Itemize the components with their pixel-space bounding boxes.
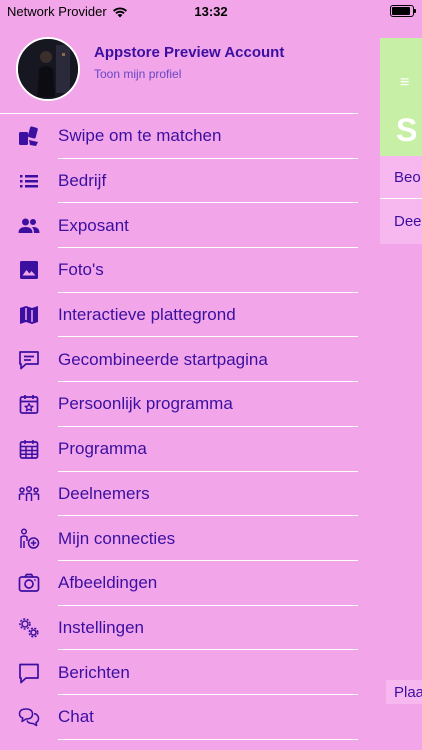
calendar-star-icon [0, 382, 58, 427]
menu-item-persoonlijk-programma[interactable]: Persoonlijk programma [0, 382, 358, 427]
avatar[interactable] [16, 37, 80, 101]
menu-item-label: Exposant [58, 215, 129, 235]
menu-item-bedrijf[interactable]: Bedrijf [0, 159, 358, 204]
menu-item-plattegrond[interactable]: Interactieve plattegrond [0, 293, 358, 338]
person-add-icon [0, 516, 58, 561]
battery-icon [390, 5, 416, 17]
menu-item-afbeeldingen[interactable]: Afbeeldingen [0, 561, 358, 606]
menu-item-swipe[interactable]: Swipe om te matchen [0, 114, 358, 159]
menu-item-label: Programma [58, 439, 147, 459]
menu-item-fotos[interactable]: Foto's [0, 248, 358, 293]
panel-row-label: Dee [394, 213, 422, 230]
panel-divider [380, 198, 422, 199]
profile-name[interactable]: Appstore Preview Account [94, 44, 284, 61]
menu-item-label: Swipe om te matchen [58, 126, 222, 146]
menu-item-connecties[interactable]: Mijn connecties [0, 516, 358, 561]
hamburger-menu-icon[interactable]: ≡ [400, 74, 409, 92]
panel-row-label: Beo [394, 169, 421, 186]
side-menu: Swipe om te matchen Bedrijf Exposant Fot… [0, 114, 358, 740]
menu-item-label: Mijn connecties [58, 528, 176, 548]
profile-header[interactable]: Appstore Preview Account Toon mijn profi… [0, 28, 358, 114]
calendar-grid-icon [0, 427, 58, 472]
camera-icon [0, 561, 58, 606]
menu-item-label: Gecombineerde startpagina [58, 349, 268, 369]
avatar-photo [18, 39, 78, 99]
menu-item-label: Interactieve plattegrond [58, 305, 236, 325]
map-icon [0, 293, 58, 338]
image-icon [0, 248, 58, 293]
panel-title: S [396, 112, 418, 148]
menu-item-label: Afbeeldingen [58, 573, 158, 593]
menu-item-label: Foto's [58, 260, 104, 280]
menu-item-programma[interactable]: Programma [0, 427, 358, 472]
menu-item-label: Berichten [58, 662, 130, 682]
profile-link[interactable]: Toon mijn profiel [94, 67, 181, 81]
menu-item-startpagina[interactable]: Gecombineerde startpagina [0, 337, 358, 382]
menu-item-berichten[interactable]: Berichten [0, 650, 358, 695]
menu-item-label: Persoonlijk programma [58, 394, 233, 414]
gears-icon [0, 606, 58, 651]
message-square-icon [0, 337, 58, 382]
swipe-cards-icon [0, 114, 58, 159]
panel-row[interactable]: Beo [380, 156, 422, 200]
status-bar: Network Provider 13:32 [0, 0, 422, 22]
panel-header: ≡ S [380, 38, 422, 156]
chat-bubbles-icon [0, 695, 58, 740]
menu-item-chat[interactable]: Chat [0, 695, 358, 740]
panel-row[interactable]: Dee [380, 200, 422, 244]
menu-item-label: Bedrijf [58, 171, 107, 191]
menu-item-exposant[interactable]: Exposant [0, 203, 358, 248]
panel-bottom-label: Plaa [394, 684, 422, 701]
menu-item-label: Deelnemers [58, 483, 150, 503]
speech-bubble-icon [0, 650, 58, 695]
list-icon [0, 159, 58, 204]
menu-item-instellingen[interactable]: Instellingen [0, 606, 358, 651]
menu-item-deelnemers[interactable]: Deelnemers [0, 472, 358, 517]
menu-item-label: Chat [58, 707, 94, 727]
panel-bottom-button[interactable]: Plaa [386, 680, 422, 704]
menu-item-label: Instellingen [58, 617, 145, 637]
status-time: 13:32 [194, 4, 228, 19]
group-icon [0, 472, 58, 517]
people-icon [0, 203, 58, 248]
